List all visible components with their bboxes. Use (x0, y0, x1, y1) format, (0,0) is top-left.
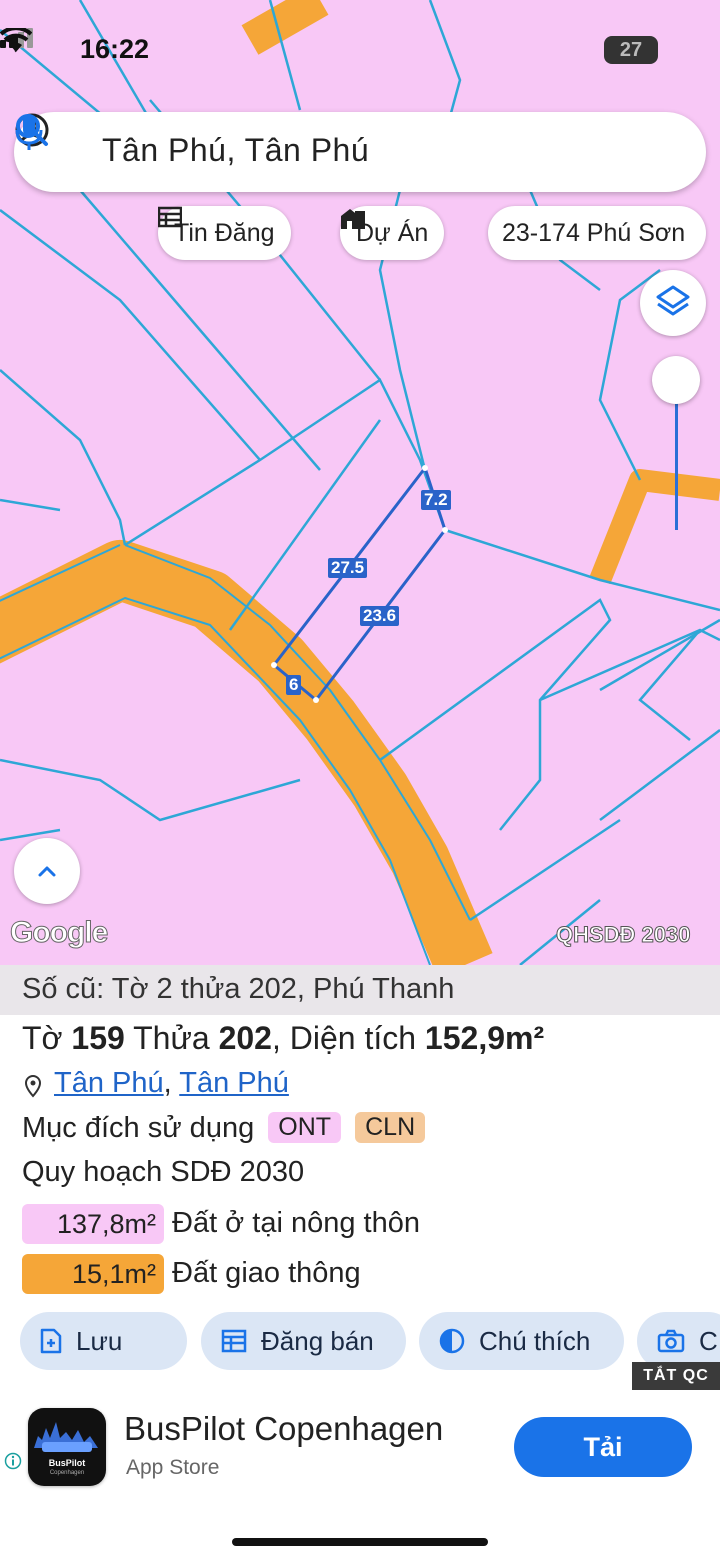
search-input[interactable]: Tân Phú, Tân Phú (102, 132, 369, 169)
edge-length-label: 6 (286, 675, 302, 695)
legend-label: Chú thích (479, 1326, 591, 1356)
map-layer-label: QHSDĐ 2030 (556, 922, 692, 948)
save-button[interactable]: Lưu (20, 1312, 187, 1370)
edge-length-label: 7.2 (421, 490, 451, 510)
edge-length-label: 27.5 (328, 558, 368, 578)
ad-banner[interactable]: BusPilot Copenhagen BusPilot Copenhagen … (0, 1392, 720, 1500)
save-label: Lưu (76, 1326, 123, 1356)
parcel-title: Tờ 159 Thửa 202, Diện tích 152,9m² (22, 1020, 544, 1057)
parcel-label: Thửa (133, 1020, 210, 1056)
area-value: 152,9m² (424, 1020, 545, 1056)
opacity-slider-thumb[interactable] (652, 356, 700, 404)
ad-info-icon[interactable] (4, 1452, 22, 1470)
chip-projects[interactable]: Dự Án (340, 206, 445, 260)
wifi-icon (0, 28, 32, 52)
old-parcel-info-bar: Số cũ: Tờ 2 thửa 202, Phú Thanh (0, 965, 720, 1015)
post-for-sale-button[interactable]: Đăng bán (201, 1312, 406, 1370)
ad-icon-subtext: Copenhagen (49, 1470, 85, 1476)
district-link[interactable]: Tân Phú (179, 1067, 289, 1099)
layers-icon (656, 285, 690, 316)
microphone-icon[interactable] (14, 112, 44, 152)
old-parcel-info: Số cũ: Tờ 2 thửa 202, Phú Thanh (22, 973, 455, 1005)
area-label: , Diện tích (271, 1020, 417, 1056)
search-bar[interactable]: Tân Phú, Tân Phú (14, 112, 706, 192)
chip-projects-label: Dự Án (356, 219, 429, 247)
camera-icon (657, 1329, 685, 1353)
area-value-box: 137,8m² (22, 1204, 164, 1244)
ad-app-icon[interactable]: BusPilot Copenhagen (28, 1408, 106, 1486)
location-pin-icon (24, 1074, 42, 1098)
home-indicator[interactable] (232, 1538, 488, 1546)
chip-address[interactable]: 23-174 Phú Sơn (488, 206, 706, 260)
purpose-label: Mục đích sử dụng (22, 1112, 255, 1144)
camera-label: C (699, 1326, 718, 1356)
battery-indicator: 27 (604, 36, 658, 64)
ad-install-button[interactable]: Tải (514, 1417, 692, 1477)
building-icon (341, 209, 365, 229)
chip-listings-label: Tin Đăng (174, 219, 275, 247)
expand-panel-button[interactable] (14, 838, 80, 904)
sheet-label: Tờ (22, 1020, 63, 1056)
chip-listings[interactable]: Tin Đăng (158, 206, 291, 260)
post-for-sale-label: Đăng bán (261, 1326, 374, 1356)
legend-button[interactable]: Chú thích (419, 1312, 624, 1370)
ad-icon-text: BusPilot (48, 1458, 86, 1468)
location-separator: , (163, 1067, 172, 1099)
road-main (0, 540, 493, 965)
contrast-icon (439, 1328, 465, 1354)
parcel-number: 202 (218, 1020, 272, 1056)
status-time: 16:22 (80, 34, 150, 64)
map-view[interactable]: 7.2 27.5 23.6 6 16:22 27 Tân Phú, Tân Ph… (0, 0, 720, 965)
commune-link[interactable]: Tân Phú (54, 1067, 164, 1099)
bus-skyline-icon (34, 1422, 98, 1452)
area-description: Đất ở tại nông thôn (172, 1207, 420, 1239)
planning-heading: Quy hoạch SDĐ 2030 (22, 1156, 305, 1188)
edge-length-label: 23.6 (360, 606, 400, 626)
ad-title[interactable]: BusPilot Copenhagen (124, 1410, 443, 1448)
road-right (589, 469, 720, 585)
land-use-tag-ont: ONT (268, 1112, 342, 1143)
land-use-purpose: Mục đích sử dụng ONT CLN (22, 1112, 426, 1145)
land-use-tag-cln: CLN (355, 1112, 426, 1143)
listings-icon (158, 206, 182, 228)
sheet-number: 159 (71, 1020, 125, 1056)
area-description: Đất giao thông (172, 1257, 361, 1289)
chip-address-label: 23-174 Phú Sơn (502, 219, 686, 247)
add-file-icon (40, 1328, 62, 1354)
google-logo: Google (9, 916, 108, 950)
chevron-up-icon (38, 866, 56, 877)
area-value-box: 15,1m² (22, 1254, 164, 1294)
layers-button[interactable] (640, 270, 706, 336)
disable-ads-button[interactable]: TẮT QC (632, 1362, 720, 1390)
status-bar: 16:22 27 (0, 28, 720, 72)
location-line: Tân Phú, Tân Phú (54, 1067, 289, 1100)
table-icon (221, 1329, 247, 1353)
ad-store: App Store (126, 1456, 220, 1479)
